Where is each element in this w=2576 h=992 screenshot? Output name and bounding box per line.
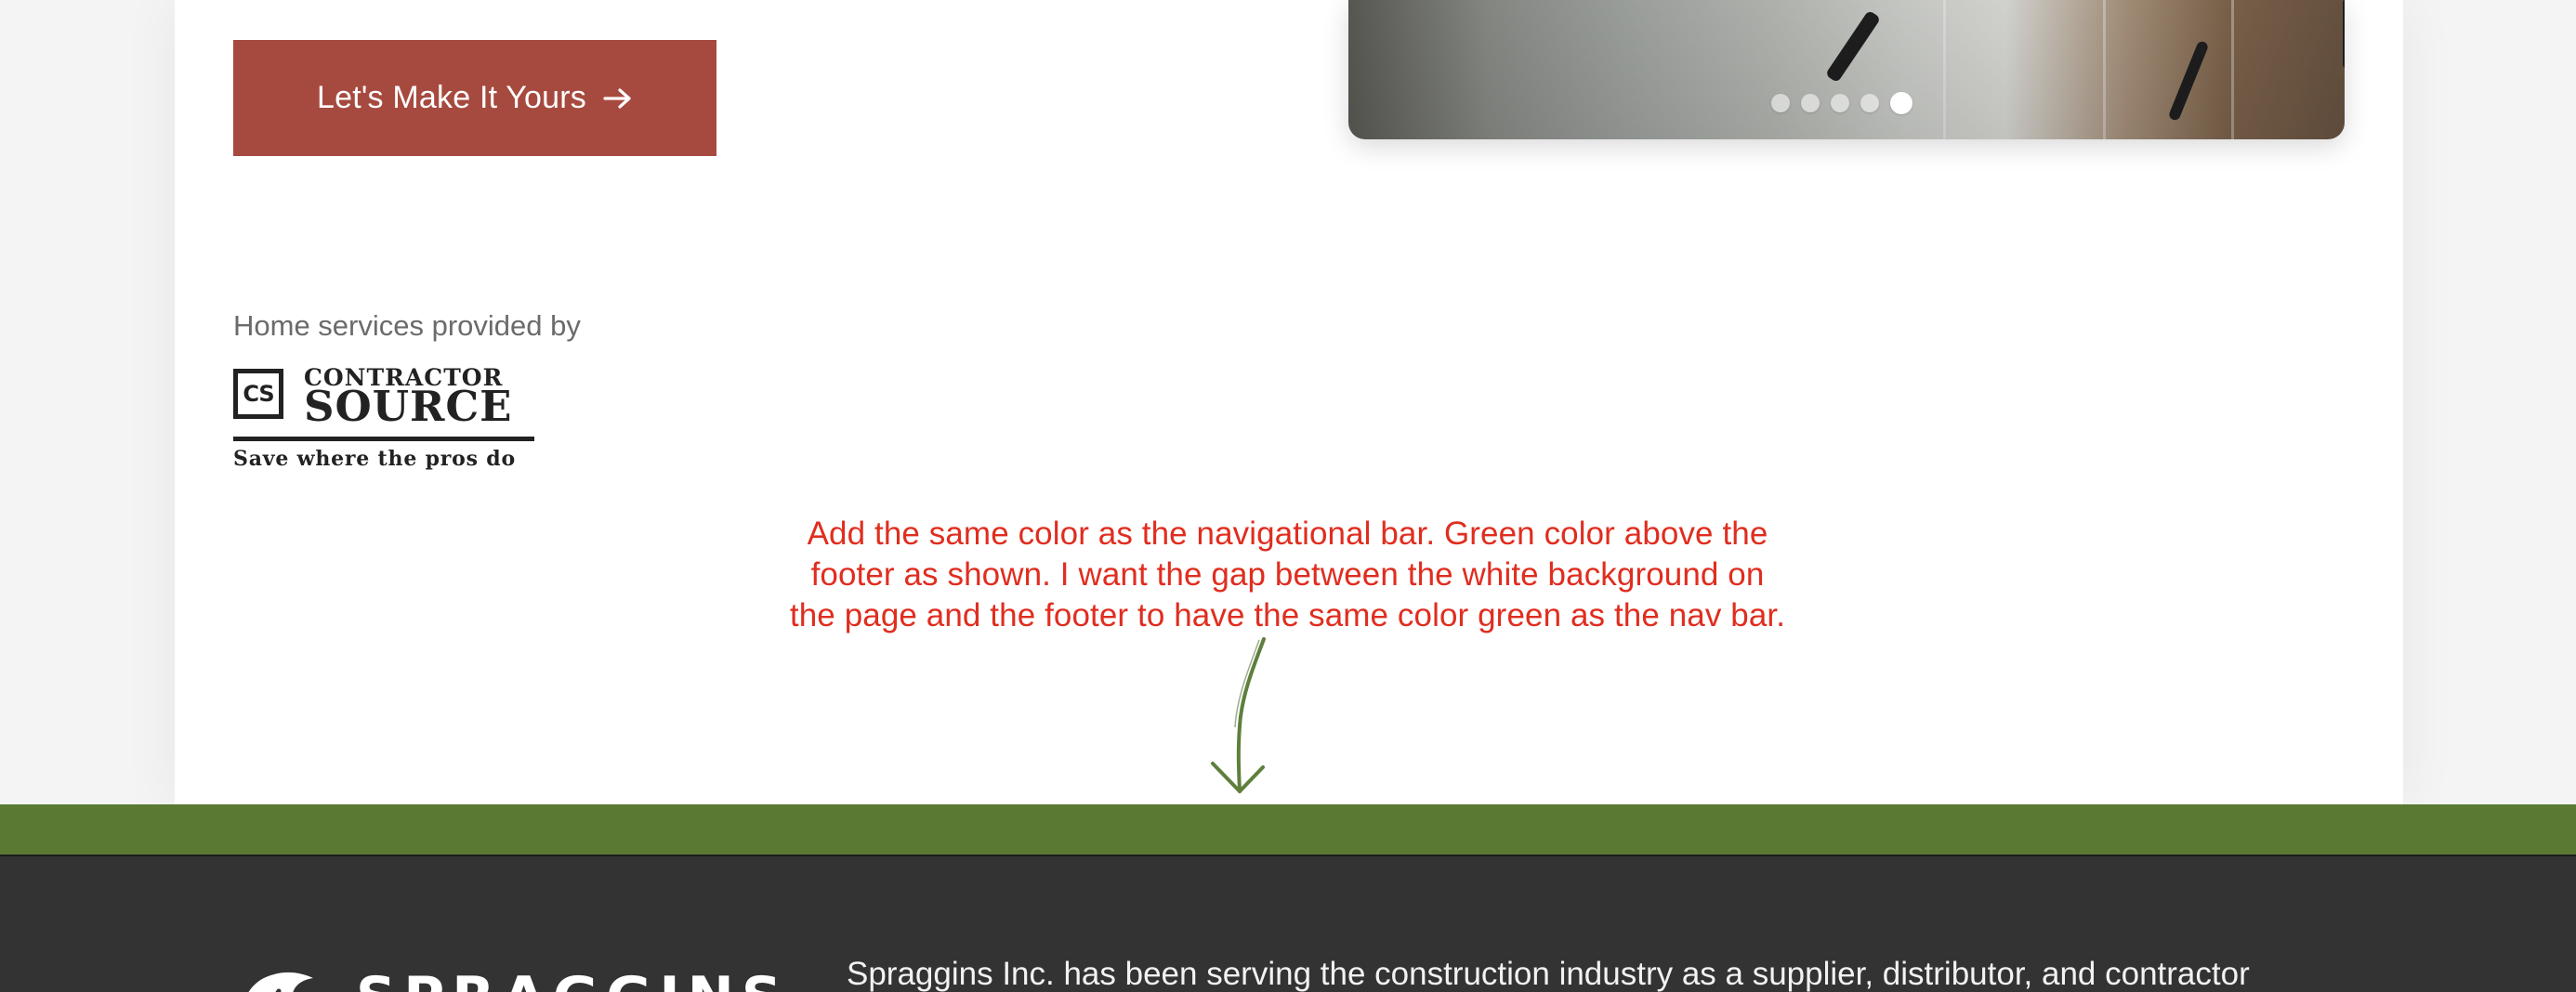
carousel-dot-active[interactable] [1890,92,1912,114]
provider-label: Home services provided by [233,309,581,342]
cs-logo-mark: CS [233,369,283,419]
site-footer: SPRAGGINS Spraggins Inc. has been servin… [0,855,2576,992]
carousel-dot[interactable] [1831,94,1849,112]
spraggins-logo-mark-icon [248,972,313,992]
carousel-dot[interactable] [1801,94,1820,112]
carousel-dot[interactable] [1860,94,1879,112]
image-shade [1348,0,2345,139]
spraggins-wordmark: SPRAGGINS [356,970,789,992]
carousel-dots [1771,92,1912,114]
annotation-note: Add the same color as the navigational b… [714,514,1861,636]
green-footer-band [0,804,2576,855]
cta-label: Let's Make It Yours [316,80,586,115]
footer-description: Spraggins Inc. has been serving the cons… [847,956,2250,992]
annotation-line-2: footer as shown. I want the gap between … [810,556,1765,593]
annotation-line-1: Add the same color as the navigational b… [807,516,1768,552]
arrow-right-icon [603,85,633,111]
annotation-line-3: the page and the footer to have the same… [789,597,1786,633]
contractor-source-logo[interactable]: CS CONTRACTOR SOURCE Save where the pros… [233,362,540,478]
spraggins-logo[interactable]: SPRAGGINS [233,968,782,992]
make-it-yours-button[interactable]: Let's Make It Yours [233,40,716,156]
annotation-arrow-icon [1211,637,1266,793]
cs-logo-tagline: Save where the pros do [233,447,516,471]
cs-logo-line2: SOURCE [304,382,513,431]
kitchen-image-carousel[interactable] [1348,0,2345,139]
carousel-dot[interactable] [1771,94,1790,112]
cs-logo-rule [233,437,534,441]
